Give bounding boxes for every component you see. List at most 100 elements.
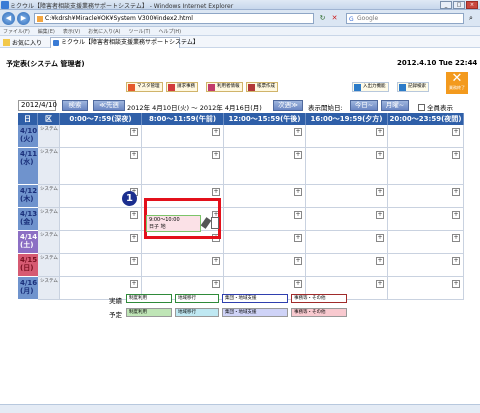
add-event-icon[interactable]: +: [130, 151, 138, 159]
back-icon[interactable]: ◀: [2, 12, 15, 25]
add-event-icon[interactable]: +: [376, 128, 384, 136]
add-event-icon[interactable]: +: [376, 151, 384, 159]
menu-tools[interactable]: ツール(T): [126, 27, 156, 35]
time-slot-cell[interactable]: +: [388, 125, 464, 148]
show-all-checkbox[interactable]: 全員表示: [418, 102, 453, 112]
search-icon[interactable]: ⌕: [466, 13, 476, 24]
user-info-button[interactable]: 利用者情報: [206, 82, 243, 92]
time-slot-cell[interactable]: +: [306, 231, 388, 254]
master-button[interactable]: マスタ管理: [126, 82, 163, 92]
time-slot-cell[interactable]: +: [388, 254, 464, 277]
maximize-button[interactable]: □: [453, 1, 465, 9]
add-event-icon[interactable]: +: [212, 257, 220, 265]
menu-edit[interactable]: 編集(E): [35, 27, 60, 35]
add-event-icon[interactable]: +: [130, 280, 138, 288]
add-event-icon[interactable]: +: [130, 257, 138, 265]
stop-icon[interactable]: ✕: [330, 14, 339, 23]
add-event-icon[interactable]: +: [376, 234, 384, 242]
add-event-icon[interactable]: +: [130, 211, 138, 219]
add-event-icon[interactable]: +: [452, 151, 460, 159]
url-text: C:¥kdrsh¥Miracle¥OK¥System V300¥index2.h…: [45, 15, 193, 22]
day-date: 4/12: [20, 187, 38, 195]
time-slot-cell[interactable]: +: [388, 277, 464, 300]
billing-icon: [168, 84, 175, 91]
day-row: 4/12(木)システム+++++: [18, 185, 464, 208]
time-slot-cell[interactable]: +: [306, 254, 388, 277]
record-search-button[interactable]: 記録検索: [397, 82, 429, 92]
report-button[interactable]: 帳票作成: [246, 82, 278, 92]
search-input[interactable]: G Google: [346, 13, 464, 24]
search-button[interactable]: 検索: [62, 100, 88, 111]
add-event-icon[interactable]: +: [294, 151, 302, 159]
menu-file[interactable]: ファイル(F): [0, 27, 35, 35]
time-slot-cell[interactable]: +: [142, 148, 224, 185]
document-icon[interactable]: [211, 217, 219, 229]
add-event-icon[interactable]: +: [294, 280, 302, 288]
add-event-icon[interactable]: +: [130, 234, 138, 242]
browser-tab[interactable]: ミクウル【障害者相談支援業務サポートシステム】: [50, 37, 199, 48]
add-event-icon[interactable]: +: [376, 257, 384, 265]
minimize-button[interactable]: _: [440, 1, 452, 9]
pencil-icon[interactable]: [200, 217, 212, 229]
time-slot-cell[interactable]: +: [306, 148, 388, 185]
menu-favorites[interactable]: お気に入り(A): [85, 27, 125, 35]
add-event-icon[interactable]: +: [130, 128, 138, 136]
refresh-icon[interactable]: ↻: [318, 14, 327, 23]
time-slot-cell[interactable]: +: [224, 254, 306, 277]
menu-help[interactable]: ヘルプ(H): [155, 27, 186, 35]
day-label: 4/16 (月): [18, 277, 38, 300]
add-event-icon[interactable]: +: [452, 188, 460, 196]
add-event-icon[interactable]: +: [212, 280, 220, 288]
add-event-icon[interactable]: +: [376, 211, 384, 219]
add-event-icon[interactable]: +: [452, 257, 460, 265]
add-event-icon[interactable]: +: [376, 188, 384, 196]
favorites-button[interactable]: お気に入り: [3, 38, 42, 47]
url-input[interactable]: C:¥kdrsh¥Miracle¥OK¥System V300¥index2.h…: [34, 13, 314, 24]
forward-icon[interactable]: ▶: [17, 12, 30, 25]
add-event-icon[interactable]: +: [212, 188, 220, 196]
time-slot-cell[interactable]: +: [224, 231, 306, 254]
time-slot-cell[interactable]: +: [60, 231, 142, 254]
today-button[interactable]: 今日~: [350, 100, 378, 111]
add-event-icon[interactable]: +: [294, 128, 302, 136]
time-slot-cell[interactable]: +: [388, 231, 464, 254]
time-slot-cell[interactable]: +: [306, 125, 388, 148]
time-slot-cell[interactable]: +: [142, 125, 224, 148]
next-week-button[interactable]: 次週≫: [273, 100, 303, 111]
time-slot-cell[interactable]: +: [224, 185, 306, 208]
time-slot-cell[interactable]: +: [388, 185, 464, 208]
add-event-icon[interactable]: +: [212, 128, 220, 136]
add-event-icon[interactable]: +: [294, 211, 302, 219]
time-slot-cell[interactable]: +: [60, 254, 142, 277]
time-slot-cell[interactable]: +: [224, 125, 306, 148]
time-slot-cell[interactable]: +: [60, 148, 142, 185]
add-event-icon[interactable]: +: [452, 128, 460, 136]
time-slot-cell[interactable]: +: [60, 125, 142, 148]
add-event-icon[interactable]: +: [376, 280, 384, 288]
menu-view[interactable]: 表示(V): [60, 27, 85, 35]
event-block[interactable]: 9:00〜10:00 日子 地: [146, 215, 201, 232]
time-slot-cell[interactable]: +: [306, 208, 388, 231]
legend-plan-item: 地域移行: [175, 308, 219, 317]
time-slot-cell[interactable]: +: [388, 208, 464, 231]
io-button[interactable]: 入出力機能: [352, 82, 389, 92]
time-slot-cell[interactable]: +: [142, 254, 224, 277]
close-button[interactable]: ×: [466, 1, 478, 9]
add-event-icon[interactable]: +: [294, 234, 302, 242]
time-slot-cell[interactable]: +: [224, 148, 306, 185]
time-slot-cell[interactable]: +: [224, 208, 306, 231]
add-event-icon[interactable]: +: [212, 151, 220, 159]
add-event-icon[interactable]: +: [452, 234, 460, 242]
add-event-icon[interactable]: +: [294, 188, 302, 196]
add-event-icon[interactable]: +: [294, 257, 302, 265]
billing-button[interactable]: 請求事務: [166, 82, 198, 92]
add-event-icon[interactable]: +: [452, 280, 460, 288]
prev-week-button[interactable]: ≪先週: [93, 100, 125, 111]
time-slot-cell[interactable]: +: [306, 185, 388, 208]
exit-button[interactable]: ✕ 業務終了: [446, 72, 468, 94]
date-input[interactable]: 2012/4/10: [18, 100, 57, 111]
time-slot-cell[interactable]: +: [60, 208, 142, 231]
time-slot-cell[interactable]: +: [388, 148, 464, 185]
add-event-icon[interactable]: +: [452, 211, 460, 219]
monday-button[interactable]: 月曜~: [381, 100, 409, 111]
